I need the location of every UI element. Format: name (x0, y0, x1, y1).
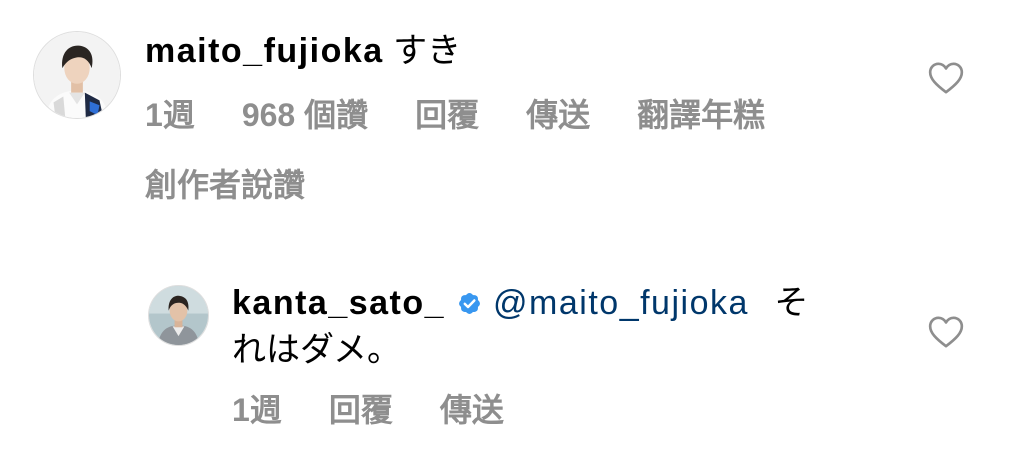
verified-badge-icon (456, 290, 483, 317)
send-button[interactable]: 傳送 (440, 390, 504, 430)
comment-text: すき (393, 32, 462, 70)
creator-liked-label: 創作者說讚 (145, 167, 306, 203)
send-button[interactable]: 傳送 (526, 95, 590, 135)
reply-body: kanta_sato_ @maito_fujioka それはダメ。 (232, 280, 832, 374)
comment-username[interactable]: maito_fujioka (145, 32, 384, 70)
commenter-avatar[interactable] (33, 31, 121, 119)
like-button[interactable] (926, 312, 966, 352)
comment-timestamp: 1週 (145, 97, 195, 133)
reply-actions: 1週 回覆 傳送 (232, 390, 504, 430)
reply-username[interactable]: kanta_sato_ (232, 284, 445, 322)
heart-icon (928, 316, 964, 348)
heart-icon (928, 62, 964, 94)
reply-button[interactable]: 回覆 (329, 390, 393, 430)
translate-button[interactable]: 翻譯年糕 (637, 95, 765, 135)
reply-timestamp: 1週 (232, 392, 282, 428)
reply-button[interactable]: 回覆 (415, 95, 479, 135)
comment-actions: 1週 968 個讚 回覆 傳送 翻譯年糕 (145, 95, 765, 135)
like-button[interactable] (926, 58, 966, 98)
profile-photo (34, 32, 120, 118)
likes-count-link[interactable]: 968 個讚 (242, 95, 368, 135)
replier-avatar[interactable] (148, 285, 209, 346)
mention-link[interactable]: @maito_fujioka (493, 284, 749, 322)
comment-body: maito_fujioka すき (145, 29, 905, 73)
profile-photo (149, 286, 208, 345)
